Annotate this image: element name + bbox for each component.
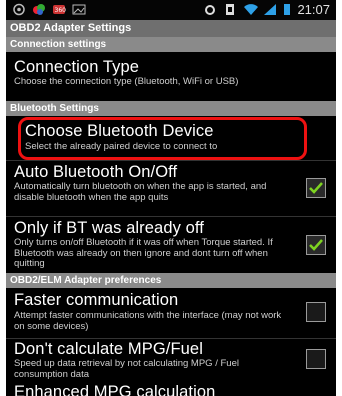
signal-app-icon [12, 3, 26, 16]
enhanced-mpg-title: Enhanced MPG calculation [14, 383, 216, 396]
wifi-icon [243, 3, 259, 16]
cell-signal-icon [263, 3, 277, 16]
auto-bluetooth-summary: Automatically turn bluetooth on when the… [14, 181, 267, 203]
section-header-connection: Connection settings [6, 37, 336, 52]
auto-bluetooth-checkbox[interactable] [306, 178, 326, 198]
dont-calculate-mpg-title: Don't calculate MPG/Fuel [14, 340, 203, 358]
faster-communication-checkbox[interactable] [306, 302, 326, 322]
only-if-bt-off-summary: Only turns on/off Bluetooth if it was of… [14, 237, 273, 269]
auto-bluetooth-item[interactable]: Auto Bluetooth On/Off Automatically turn… [6, 161, 336, 216]
clock: 21:07 [297, 2, 330, 17]
check-icon [309, 239, 323, 251]
highlight-annotation [18, 117, 307, 160]
status-bar: 360 21:07 [6, 0, 336, 20]
only-if-bt-off-item[interactable]: Only if BT was already off Only turns on… [6, 217, 336, 273]
faster-communication-item[interactable]: Faster communication Attempt faster comm… [6, 288, 336, 338]
sim-icon [223, 3, 237, 16]
check-icon [309, 182, 323, 194]
only-if-bt-off-checkbox[interactable] [306, 235, 326, 255]
dont-calculate-mpg-summary: Speed up data retrieval by not calculati… [14, 358, 239, 380]
faster-communication-title: Faster communication [14, 291, 179, 309]
connection-type-item[interactable]: Connection Type Choose the connection ty… [6, 52, 336, 101]
connection-type-title: Connection Type [14, 58, 140, 76]
alarm-icon [203, 3, 217, 16]
colorful-app-icon [32, 3, 46, 16]
connection-type-summary: Choose the connection type (Bluetooth, W… [14, 76, 239, 87]
auto-bluetooth-title: Auto Bluetooth On/Off [14, 163, 178, 181]
messaging-icon: 360 [52, 3, 66, 16]
dont-calculate-mpg-checkbox[interactable] [306, 349, 326, 369]
photo-icon [72, 3, 86, 16]
page-title: OBD2 Adapter Settings [6, 20, 336, 37]
section-header-bluetooth: Bluetooth Settings [6, 101, 336, 116]
dont-calculate-mpg-item[interactable]: Don't calculate MPG/Fuel Speed up data r… [6, 339, 336, 383]
battery-icon [283, 3, 291, 16]
svg-text:360: 360 [55, 7, 67, 14]
faster-communication-summary: Attempt faster communications with the i… [14, 310, 282, 332]
only-if-bt-off-title: Only if BT was already off [14, 219, 204, 237]
section-header-adapter: OBD2/ELM Adapter preferences [6, 273, 336, 288]
enhanced-mpg-item[interactable]: Enhanced MPG calculation [6, 383, 336, 396]
phone-screen: 360 21:07 OBD2 Adapter Settings Connecti… [6, 0, 336, 396]
